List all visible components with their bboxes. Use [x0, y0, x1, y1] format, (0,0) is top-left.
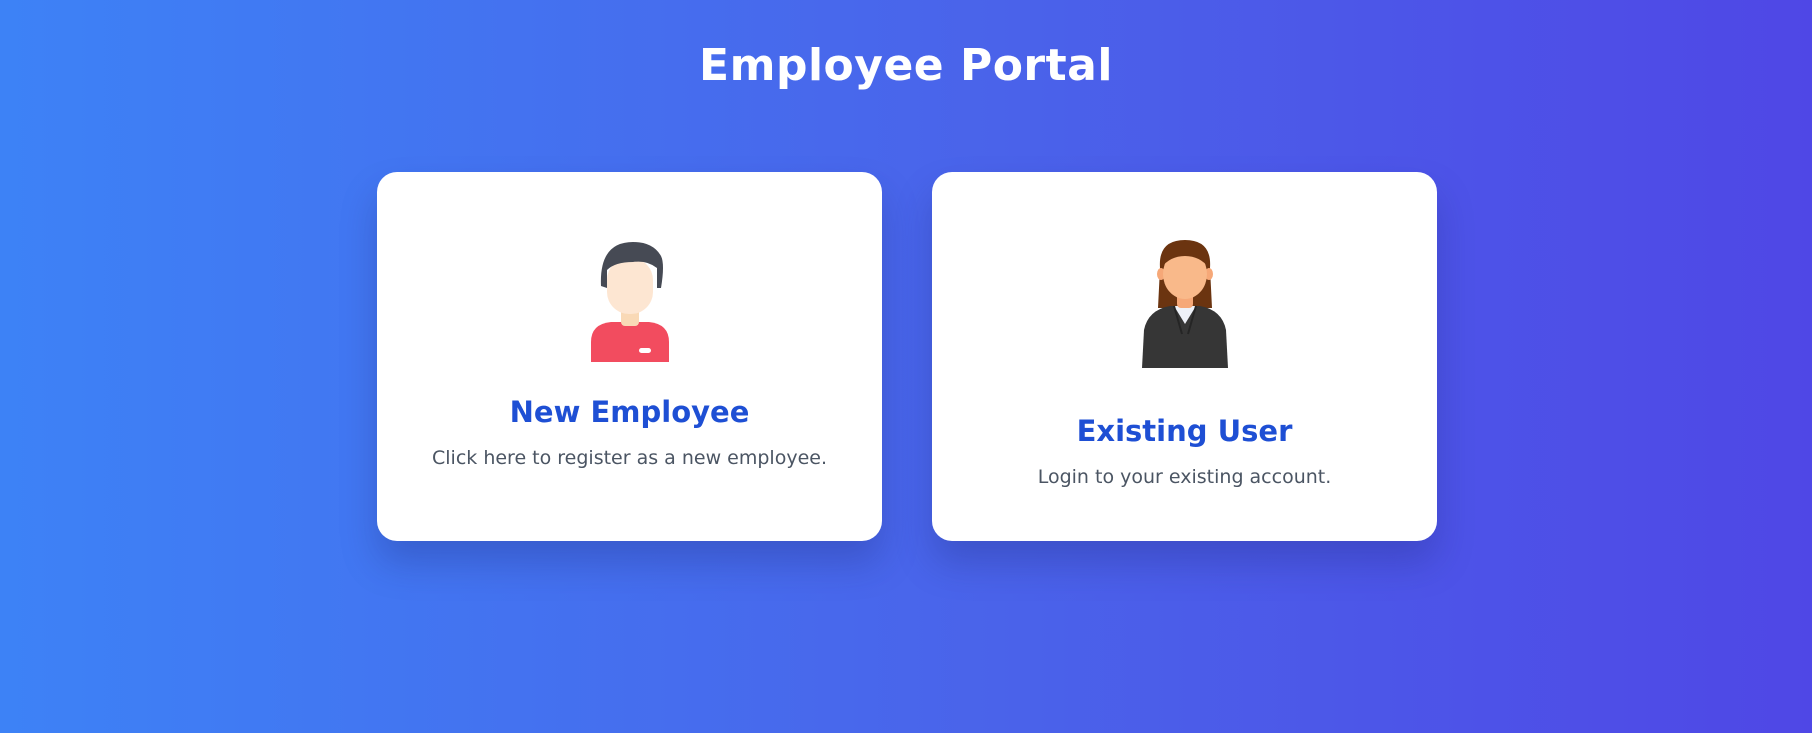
new-employee-title: New Employee — [509, 395, 750, 429]
existing-user-title: Existing User — [1076, 414, 1293, 448]
new-employee-card[interactable]: New Employee Click here to register as a… — [377, 172, 882, 541]
new-employee-description: Click here to register as a new employee… — [432, 447, 827, 469]
female-employee-avatar-icon — [1141, 240, 1228, 368]
page-title: Employee Portal — [699, 40, 1113, 91]
existing-user-description: Login to your existing account. — [1037, 466, 1332, 488]
existing-user-card[interactable]: Existing User Login to your existing acc… — [932, 172, 1437, 541]
male-employee-avatar-icon — [590, 242, 669, 362]
